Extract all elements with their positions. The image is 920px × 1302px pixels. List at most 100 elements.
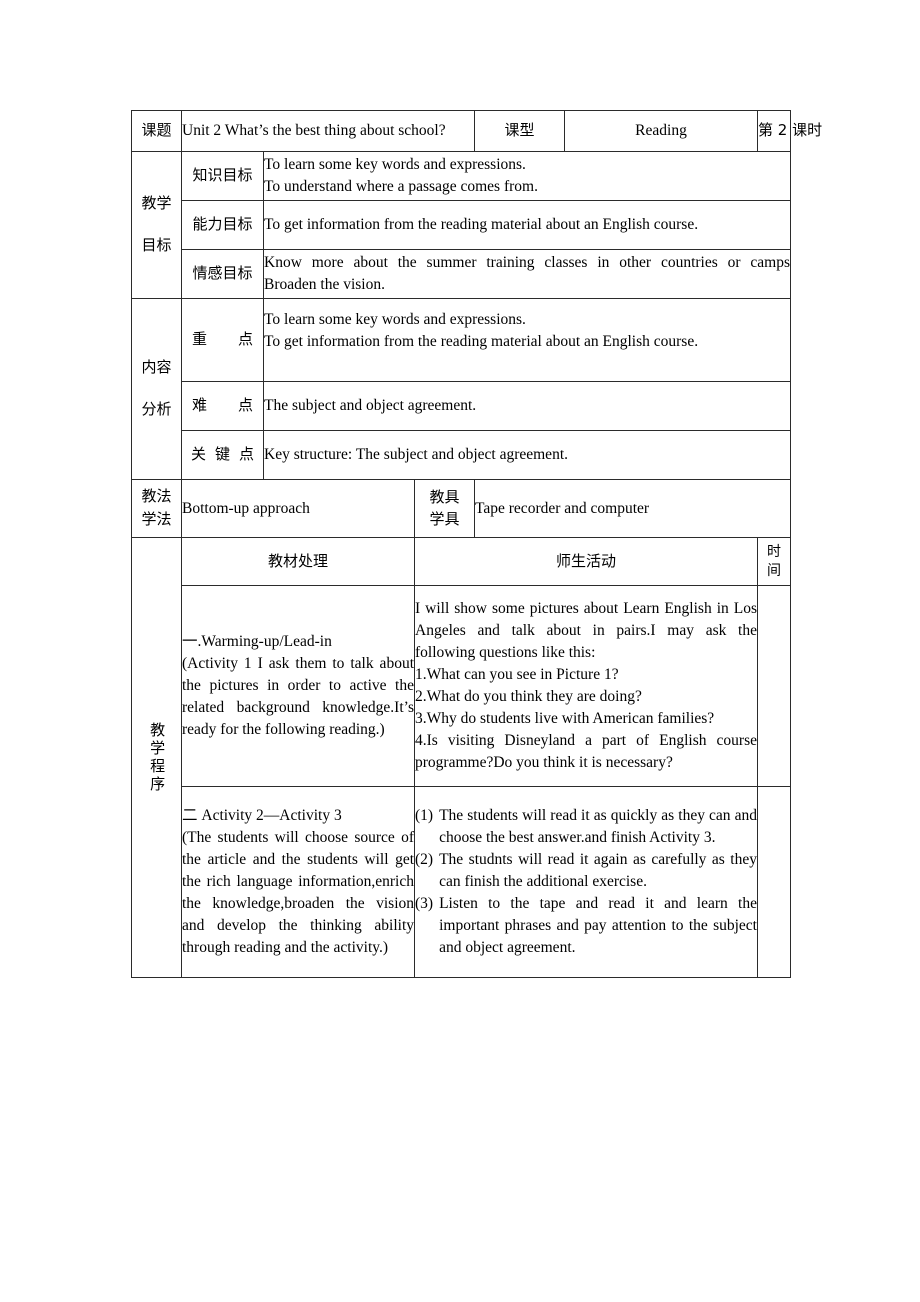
table-row-procedure-block-2: 二 Activity 2—Activity 3 (The students wi… (132, 786, 791, 978)
activity-numbered-item-1: (1) The students will read it as quickly… (415, 805, 757, 849)
analysis-label-line1: 内容 (141, 358, 172, 377)
subject-label: 课题 (141, 121, 172, 139)
material-header-cell: 教材处理 (181, 537, 415, 586)
crucial-point-label-cell: 关 键 点 (181, 430, 264, 480)
key-point-line-1: To learn some key words and expressions. (264, 311, 526, 328)
activity-numbered-item-2: (2) The studnts will read it again as ca… (415, 849, 757, 893)
period-cell: 第 2 课时 (757, 110, 822, 152)
difficult-point-label-a: 难 (192, 396, 208, 415)
key-point-label-a: 重 (192, 330, 208, 349)
ability-objective-label-cell: 能力目标 (181, 200, 264, 250)
emotion-objective-line-1: Know more about the summer training clas… (264, 254, 790, 271)
activity-numbered-text-3: Listen to the tape and read it and learn… (439, 895, 757, 956)
teaching-aids-value-cell: Tape recorder and computer (474, 479, 791, 538)
activity-numbered-text-2: The studnts will read it again as carefu… (439, 851, 757, 890)
material-cell-block-2: 二 Activity 2—Activity 3 (The students wi… (181, 786, 415, 978)
table-row-ability-objective: 能力目标 To get information from the reading… (132, 200, 791, 250)
activity-cell-block-1: I will show some pictures about Learn En… (414, 585, 758, 787)
crucial-point-label-2: 键 (214, 445, 230, 464)
lesson-type-value: Reading (635, 122, 687, 139)
crucial-point-value-cell: Key structure: The subject and object ag… (263, 430, 791, 480)
crucial-point-label-1: 关 (190, 445, 206, 464)
objectives-label-line1: 教学 (141, 194, 172, 213)
activity-numbered-text-1: The students will read it as quickly as … (439, 807, 757, 846)
knowledge-objective-label-cell: 知识目标 (181, 151, 264, 201)
crucial-point-label-3: 点 (239, 445, 255, 464)
table-row-crucial-point: 关 键 点 Key structure: The subject and obj… (132, 430, 791, 480)
methods-label-line1: 教法 (141, 487, 172, 506)
material-cell-block-1: 一.Warming-up/Lead-in (Activity 1 I ask t… (181, 585, 415, 787)
key-point-line-2: To get information from the reading mate… (264, 333, 699, 350)
subject-value-cell: Unit 2 What’s the best thing about schoo… (181, 110, 475, 152)
emotion-objective-line-2: Broaden the vision. (264, 276, 385, 293)
activity-question-3: 3.Why do students live with American fam… (415, 710, 715, 727)
key-point-label-b: 点 (237, 330, 253, 349)
time-header-line1: 时 (767, 543, 781, 560)
table-row-key-point: 内容 分析 重 点 To learn some key words and ex… (131, 298, 791, 480)
activity-header: 师生活动 (555, 551, 616, 570)
ability-objective-label: 能力目标 (192, 215, 253, 233)
teaching-aids-label-cell: 教具 学具 (414, 479, 475, 538)
material-body-2: (The students will choose source of the … (182, 829, 414, 956)
activity-header-cell: 师生活动 (414, 537, 758, 586)
knowledge-objective-line-1: To learn some key words and expressions. (264, 156, 526, 173)
activity-numbered-num-1: (1) (415, 807, 434, 824)
subject-label-cell: 课题 (131, 110, 182, 152)
activity-intro-1: I will show some pictures about Learn En… (415, 600, 757, 661)
key-point-label-cell: 重 点 (181, 298, 264, 382)
methods-label-cell: 教法 学法 (131, 479, 182, 538)
methods-label-line2: 学法 (141, 510, 172, 528)
time-cell-block-1 (757, 585, 791, 787)
table-row-title: 课题 Unit 2 What’s the best thing about sc… (131, 110, 822, 152)
activity-question-4: 4.Is visiting Disneyland a part of Engli… (415, 732, 757, 771)
time-cell-block-2 (757, 786, 791, 978)
activity-cell-block-2: (1) The students will read it as quickly… (414, 786, 758, 978)
emotion-objective-label: 情感目标 (192, 264, 253, 282)
table-row-procedure-headers: 教学程序 教材处理 师生活动 时 间 (131, 537, 791, 978)
activity-numbered-item-3: (3) Listen to the tape and read it and l… (415, 893, 757, 959)
table-row-methods: 教法 学法 Bottom-up approach 教具 学具 Tape reco… (131, 479, 791, 538)
teaching-aids-label-line1: 教具 (429, 487, 460, 506)
emotion-objective-value-cell: Know more about the summer training clas… (263, 249, 791, 299)
knowledge-objective-line-2: To understand where a passage comes from… (264, 178, 538, 195)
time-header-line2: 间 (767, 562, 781, 579)
key-point-value-cell: To learn some key words and expressions.… (263, 298, 791, 382)
analysis-label-cell: 内容 分析 (131, 298, 182, 480)
activity-question-1: 1.What can you see in Picture 1? (415, 666, 619, 683)
emotion-objective-label-cell: 情感目标 (181, 249, 264, 299)
procedure-side-label: 教学程序 (148, 721, 167, 794)
material-header: 教材处理 (267, 551, 328, 570)
document-page: 课题 Unit 2 What’s the best thing about sc… (0, 0, 920, 1302)
analysis-label-line2: 分析 (141, 400, 172, 418)
lesson-plan-table: 课题 Unit 2 What’s the best thing about sc… (131, 110, 822, 978)
table-row-difficult-point: 难 点 The subject and object agreement. (132, 381, 791, 431)
lesson-type-label-cell: 课型 (474, 110, 565, 152)
activity-question-2: 2.What do you think they are doing? (415, 688, 642, 705)
activity-numbered-num-2: (2) (415, 851, 434, 868)
difficult-point-value-cell: The subject and object agreement. (263, 381, 791, 431)
time-header-cell: 时 间 (757, 537, 791, 586)
ability-objective-line-1: To get information from the reading mate… (264, 216, 699, 233)
material-body-1: (Activity 1 I ask them to talk about the… (182, 655, 414, 738)
teaching-aids-value: Tape recorder and computer (475, 499, 650, 517)
teaching-aids-label-line2: 学具 (429, 510, 460, 528)
activity-numbered-num-3: (3) (415, 895, 434, 912)
procedure-side-label-cell: 教学程序 (131, 537, 182, 978)
material-heading-2: 二 Activity 2—Activity 3 (182, 807, 342, 824)
difficult-point-label-cell: 难 点 (181, 381, 264, 431)
methods-value-cell: Bottom-up approach (181, 479, 415, 538)
table-row-knowledge-objective: 教学 目标 知识目标 To learn some key words and e… (131, 151, 791, 299)
objectives-label-cell: 教学 目标 (131, 151, 182, 299)
period-value: 第 2 课时 (758, 121, 823, 139)
material-heading-1: 一.Warming-up/Lead-in (182, 633, 332, 650)
knowledge-objective-label: 知识目标 (192, 166, 253, 184)
lesson-type-value-cell: Reading (564, 110, 758, 152)
objectives-label-line2: 目标 (141, 236, 172, 254)
lesson-type-label: 课型 (504, 121, 535, 139)
table-row-procedure-block-1: 一.Warming-up/Lead-in (Activity 1 I ask t… (132, 585, 791, 787)
knowledge-objective-value-cell: To learn some key words and expressions.… (263, 151, 791, 201)
crucial-point-line-1: Key structure: The subject and object ag… (264, 446, 568, 463)
table-row-emotion-objective: 情感目标 Know more about the summer training… (132, 249, 791, 299)
difficult-point-line-1: The subject and object agreement. (264, 397, 477, 414)
subject-value: Unit 2 What’s the best thing about schoo… (182, 122, 446, 139)
